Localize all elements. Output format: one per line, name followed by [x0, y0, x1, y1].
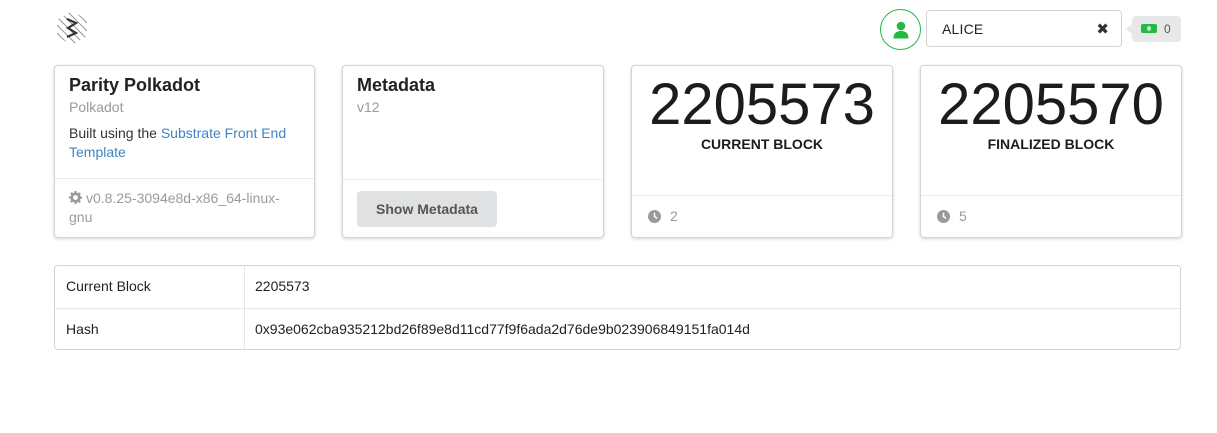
table-row: Current Block 2205573	[55, 266, 1180, 308]
balance-count: 0	[1164, 22, 1171, 36]
substrate-logo	[54, 10, 90, 46]
finalized-block-value: 2205570	[938, 72, 1164, 137]
chain-name: Polkadot	[69, 99, 124, 115]
money-icon	[1141, 24, 1157, 33]
block-info-table: Current Block 2205573 Hash 0x93e062cba93…	[54, 265, 1181, 350]
row-value: 2205573	[255, 278, 310, 294]
current-block-timer: 2	[648, 208, 678, 224]
clock-icon	[648, 209, 661, 223]
current-block-label: CURRENT BLOCK	[700, 136, 824, 152]
description-text: Built using the	[69, 125, 161, 141]
account-selected-value: ALICE	[942, 21, 984, 37]
user-icon[interactable]	[880, 9, 921, 50]
timer-value: 2	[670, 208, 678, 224]
close-icon[interactable]: ✖	[1096, 20, 1109, 38]
account-selector[interactable]: ALICE ✖	[926, 10, 1122, 47]
card-divider	[921, 195, 1181, 196]
timer-value: 5	[959, 208, 967, 224]
finalized-block-card: 2205570 FINALIZED BLOCK 5	[920, 65, 1182, 238]
metadata-card: Metadata v12 Show Metadata	[342, 65, 604, 238]
current-block-value: 2205573	[649, 72, 875, 137]
show-metadata-button[interactable]: Show Metadata	[357, 191, 497, 227]
balance-label: 0	[1126, 16, 1181, 42]
node-version: v0.8.25-3094e8d-x86_64-linux-gnu	[69, 189, 299, 227]
current-block-card: 2205573 CURRENT BLOCK 2	[631, 65, 893, 238]
finalized-block-timer: 5	[937, 208, 967, 224]
card-divider	[343, 179, 603, 180]
card-divider	[632, 195, 892, 196]
node-name: Parity Polkadot	[69, 75, 201, 95]
metadata-title: Metadata	[357, 75, 436, 95]
node-description: Built using the Substrate Front End Temp…	[69, 124, 309, 162]
row-value: 0x93e062cba935212bd26f89e8d11cd77f9f6ada…	[255, 321, 750, 337]
finalized-block-label: FINALIZED BLOCK	[987, 136, 1115, 152]
node-info-card: Parity Polkadot Polkadot Built using the…	[54, 65, 315, 238]
row-key: Current Block	[66, 278, 151, 294]
table-row: Hash 0x93e062cba935212bd26f89e8d11cd77f9…	[55, 308, 1180, 350]
gear-icon	[69, 191, 83, 204]
version-text: v0.8.25-3094e8d-x86_64-linux-gnu	[69, 190, 280, 225]
card-divider	[55, 178, 314, 179]
clock-icon	[937, 209, 950, 223]
metadata-version: v12	[357, 99, 380, 115]
row-key: Hash	[66, 321, 99, 337]
